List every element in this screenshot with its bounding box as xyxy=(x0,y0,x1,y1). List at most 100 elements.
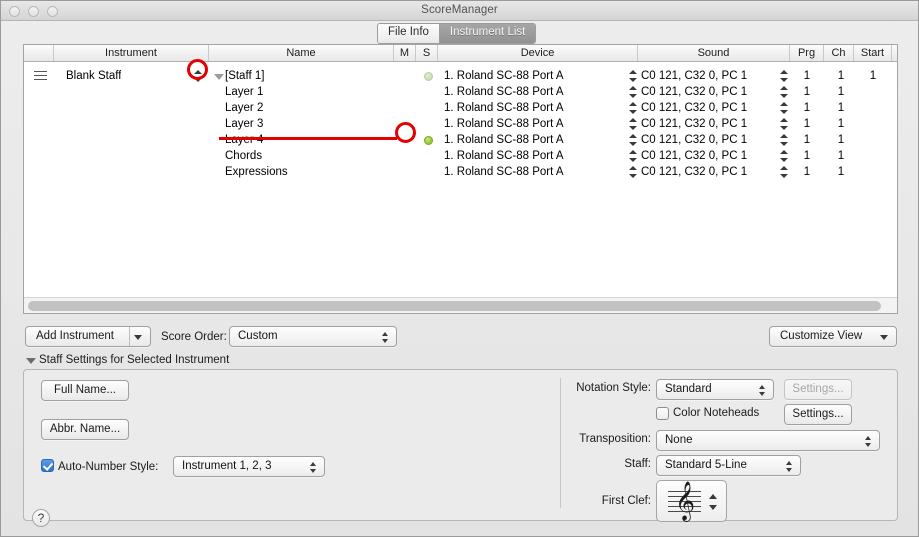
cell-name[interactable]: Layer 2 xyxy=(225,100,263,116)
table-row[interactable]: Layer 2 1. Roland SC-88 Port A C0 121, C… xyxy=(24,100,897,116)
cell-sound[interactable]: C0 121, C32 0, PC 1 xyxy=(641,164,747,180)
device-stepper-icon[interactable] xyxy=(629,166,637,178)
scrollbar-thumb[interactable] xyxy=(28,301,881,311)
column-header-sound[interactable]: Sound xyxy=(638,45,790,61)
column-header-start[interactable]: Start xyxy=(854,45,892,61)
cell-ch[interactable]: 1 xyxy=(828,100,854,116)
table-row[interactable]: Chords 1. Roland SC-88 Port A C0 121, C3… xyxy=(24,148,897,164)
cell-sound[interactable]: C0 121, C32 0, PC 1 xyxy=(641,148,747,164)
column-header-handle[interactable] xyxy=(24,45,54,61)
color-noteheads-label: Color Noteheads xyxy=(673,407,760,419)
cell-name[interactable]: Chords xyxy=(225,148,262,164)
notation-style-label: Notation Style: xyxy=(576,382,651,394)
cell-prg[interactable]: 1 xyxy=(794,164,820,180)
cell-sound[interactable]: C0 121, C32 0, PC 1 xyxy=(641,116,747,132)
table-row[interactable]: Blank Staff [Staff 1] 1. Roland SC-88 Po… xyxy=(24,68,897,84)
cell-prg[interactable]: 1 xyxy=(794,116,820,132)
cell-sound[interactable]: C0 121, C32 0, PC 1 xyxy=(641,100,747,116)
first-clef-stepper[interactable]: 𝄞 xyxy=(656,480,727,522)
cell-ch[interactable]: 1 xyxy=(828,84,854,100)
color-noteheads-settings-button[interactable]: Settings... xyxy=(784,404,852,425)
help-button[interactable]: ? xyxy=(32,509,50,527)
cell-device[interactable]: 1. Roland SC-88 Port A xyxy=(444,164,564,180)
cell-instrument[interactable]: Blank Staff xyxy=(66,68,121,84)
customize-view-button[interactable]: Customize View xyxy=(769,326,897,347)
cell-ch[interactable]: 1 xyxy=(828,68,854,84)
horizontal-scrollbar[interactable] xyxy=(24,297,897,313)
instrument-stepper-icon[interactable] xyxy=(194,70,202,82)
cell-sound[interactable]: C0 121, C32 0, PC 1 xyxy=(641,132,747,148)
tab-instrument-list[interactable]: Instrument List xyxy=(439,24,536,43)
add-instrument-label: Add Instrument xyxy=(36,330,114,342)
staff-type-select[interactable]: Standard 5-Line xyxy=(656,455,801,476)
disclosure-triangle-icon[interactable] xyxy=(214,74,224,80)
device-stepper-icon[interactable] xyxy=(629,134,637,146)
add-instrument-button[interactable]: Add Instrument xyxy=(25,326,151,347)
table-row[interactable]: Layer 1 1. Roland SC-88 Port A C0 121, C… xyxy=(24,84,897,100)
cell-name[interactable]: [Staff 1] xyxy=(225,68,264,84)
cell-prg[interactable]: 1 xyxy=(794,100,820,116)
cell-name[interactable]: Layer 4 xyxy=(225,132,263,148)
cell-start[interactable]: 1 xyxy=(858,68,888,84)
sound-stepper-icon[interactable] xyxy=(780,150,788,162)
auto-number-checkbox[interactable] xyxy=(41,459,54,472)
sound-stepper-icon[interactable] xyxy=(780,86,788,98)
cell-device[interactable]: 1. Roland SC-88 Port A xyxy=(444,84,564,100)
cell-prg[interactable]: 1 xyxy=(794,68,820,84)
cell-name[interactable]: Layer 3 xyxy=(225,116,263,132)
cell-ch[interactable]: 1 xyxy=(828,164,854,180)
solo-indicator-icon[interactable] xyxy=(424,136,433,145)
column-header-ch[interactable]: Ch xyxy=(824,45,854,61)
cell-prg[interactable]: 1 xyxy=(794,84,820,100)
score-order-select[interactable]: Custom xyxy=(229,326,397,347)
sound-stepper-icon[interactable] xyxy=(780,70,788,82)
full-name-button[interactable]: Full Name... xyxy=(41,380,129,401)
device-stepper-icon[interactable] xyxy=(629,150,637,162)
cell-sound[interactable]: C0 121, C32 0, PC 1 xyxy=(641,84,747,100)
device-stepper-icon[interactable] xyxy=(629,118,637,130)
column-header-prg[interactable]: Prg xyxy=(790,45,824,61)
cell-ch[interactable]: 1 xyxy=(828,132,854,148)
notation-style-select[interactable]: Standard xyxy=(656,379,774,400)
table-row[interactable]: Layer 3 1. Roland SC-88 Port A C0 121, C… xyxy=(24,116,897,132)
cell-prg[interactable]: 1 xyxy=(794,132,820,148)
cell-ch[interactable]: 1 xyxy=(828,116,854,132)
cell-sound[interactable]: C0 121, C32 0, PC 1 xyxy=(641,68,747,84)
column-header-solo[interactable]: S xyxy=(416,45,438,61)
cell-device[interactable]: 1. Roland SC-88 Port A xyxy=(444,116,564,132)
staff-value: Standard 5-Line xyxy=(665,459,747,471)
updown-arrows-icon[interactable] xyxy=(709,494,717,510)
cell-device[interactable]: 1. Roland SC-88 Port A xyxy=(444,148,564,164)
abbr-name-button[interactable]: Abbr. Name... xyxy=(41,419,129,440)
column-header-name[interactable]: Name xyxy=(209,45,394,61)
cell-device[interactable]: 1. Roland SC-88 Port A xyxy=(444,68,564,84)
cell-name[interactable]: Expressions xyxy=(225,164,288,180)
device-stepper-icon[interactable] xyxy=(629,70,637,82)
sound-stepper-icon[interactable] xyxy=(780,134,788,146)
auto-number-style-select[interactable]: Instrument 1, 2, 3 xyxy=(173,456,325,477)
sound-stepper-icon[interactable] xyxy=(780,118,788,130)
sound-stepper-icon[interactable] xyxy=(780,102,788,114)
cell-ch[interactable]: 1 xyxy=(828,148,854,164)
tab-file-info[interactable]: File Info xyxy=(378,24,440,43)
cell-device[interactable]: 1. Roland SC-88 Port A xyxy=(444,100,564,116)
cell-device[interactable]: 1. Roland SC-88 Port A xyxy=(444,132,564,148)
transposition-select[interactable]: None xyxy=(656,430,880,451)
drag-handle-icon[interactable] xyxy=(34,71,47,81)
column-header-instrument[interactable]: Instrument xyxy=(54,45,209,61)
table-row[interactable]: Expressions 1. Roland SC-88 Port A C0 12… xyxy=(24,164,897,180)
disclosure-triangle-icon[interactable] xyxy=(26,358,36,364)
cell-name[interactable]: Layer 1 xyxy=(225,84,263,100)
transposition-label: Transposition: xyxy=(579,433,651,445)
sound-stepper-icon[interactable] xyxy=(780,166,788,178)
device-stepper-icon[interactable] xyxy=(629,86,637,98)
color-noteheads-checkbox[interactable] xyxy=(656,407,669,420)
notation-style-value: Standard xyxy=(665,383,712,395)
solo-indicator-icon[interactable] xyxy=(424,72,433,81)
cell-prg[interactable]: 1 xyxy=(794,148,820,164)
title-bar: ScoreManager xyxy=(1,1,918,21)
table-row[interactable]: Layer 4 1. Roland SC-88 Port A C0 121, C… xyxy=(24,132,897,148)
column-header-mute[interactable]: M xyxy=(394,45,416,61)
device-stepper-icon[interactable] xyxy=(629,102,637,114)
column-header-device[interactable]: Device xyxy=(438,45,638,61)
